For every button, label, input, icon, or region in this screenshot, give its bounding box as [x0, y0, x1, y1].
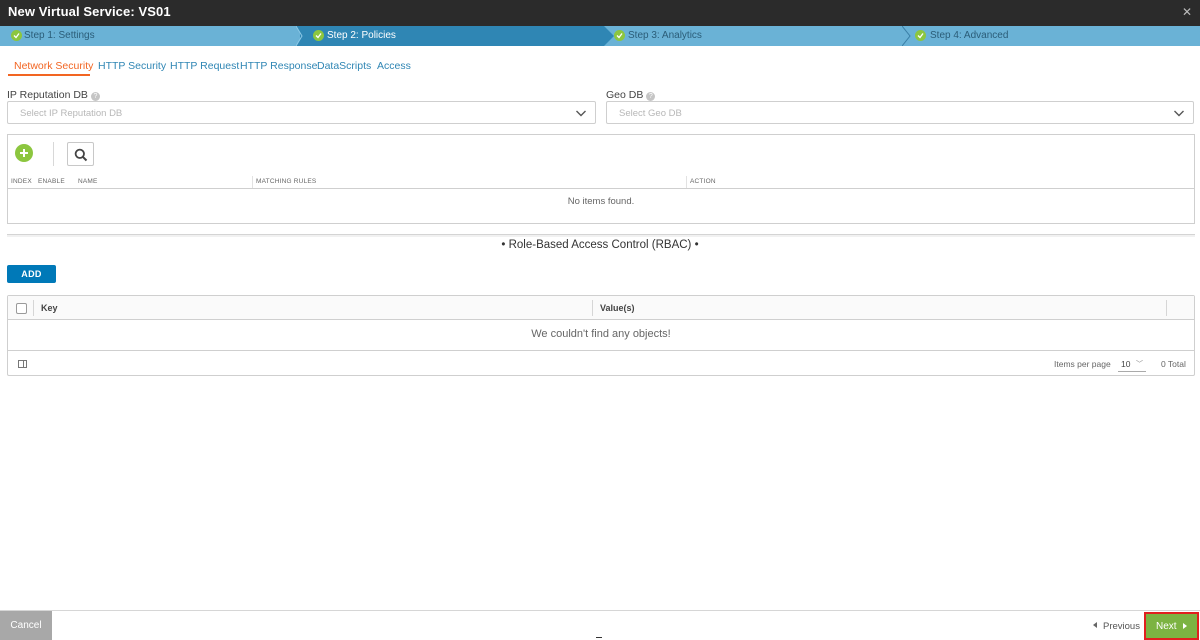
total-count: 0 Total [1161, 359, 1186, 369]
check-icon [614, 30, 625, 41]
step-label: Step 1: Settings [24, 30, 95, 41]
geo-db-select[interactable]: Select Geo DB [606, 101, 1194, 124]
header-divider [8, 188, 1194, 189]
caret-left-icon [1093, 622, 1097, 628]
items-per-page-select[interactable]: 10 ﹀ [1118, 356, 1146, 372]
column-index: INDEX [11, 178, 32, 185]
column-action: ACTION [690, 178, 716, 185]
previous-button[interactable]: Previous [1093, 621, 1140, 632]
geo-db-label: Geo DB? [606, 89, 656, 101]
ip-reputation-label: IP Reputation DB? [7, 89, 100, 101]
help-icon[interactable]: ? [646, 92, 656, 101]
empty-message: No items found. [567, 196, 635, 207]
wizard-footer: Cancel Previous Next [0, 610, 1200, 640]
network-security-header: INDEX ENABLE NAME MATCHING RULES ACTION [8, 176, 1194, 188]
tab-datascripts[interactable]: DataScripts [317, 60, 371, 72]
column-values[interactable]: Value(s) [600, 303, 635, 313]
ip-reputation-select[interactable]: Select IP Reputation DB [7, 101, 596, 124]
chevron-down-icon [576, 110, 586, 117]
tab-http-security[interactable]: HTTP Security [98, 60, 166, 72]
check-icon [313, 30, 324, 41]
step-arrow-icon [604, 26, 614, 46]
toolbar-divider [53, 142, 54, 166]
step-arrow-icon [296, 26, 306, 46]
check-icon [11, 30, 22, 41]
rbac-grid-footer: Items per page 10 ﹀ 0 Total [8, 350, 1194, 376]
section-divider-shadow [7, 235, 1195, 237]
ip-reputation-placeholder: Select IP Reputation DB [20, 108, 123, 119]
geo-db-placeholder: Select Geo DB [619, 108, 682, 119]
column-matching-rules: MATCHING RULES [256, 178, 317, 185]
next-button[interactable]: Next [1144, 612, 1199, 640]
cursor-mark [596, 637, 602, 638]
rbac-title: • Role-Based Access Control (RBAC) • [501, 239, 699, 251]
chevron-down-icon: ﹀ [1136, 361, 1143, 368]
column-divider [592, 300, 593, 316]
ip-reputation-label-text: IP Reputation DB [7, 89, 88, 101]
column-divider [33, 300, 34, 316]
column-enable: ENABLE [38, 178, 65, 185]
tab-access[interactable]: Access [377, 60, 411, 72]
column-divider [1166, 300, 1167, 316]
step-label: Step 2: Policies [327, 30, 396, 41]
next-label: Next [1156, 621, 1177, 632]
search-icon [74, 148, 88, 162]
close-icon[interactable]: ✕ [1180, 4, 1194, 20]
column-key[interactable]: Key [41, 303, 58, 313]
wizard-steps: Step 1: Settings Step 2: Policies Step 3… [0, 26, 1200, 46]
items-per-page-label: Items per page [1054, 359, 1111, 369]
step-advanced[interactable]: Step 4: Advanced [914, 26, 1200, 46]
column-toggle-icon[interactable] [18, 360, 27, 368]
column-divider [686, 176, 687, 188]
step-settings[interactable]: Step 1: Settings [0, 26, 300, 46]
search-button[interactable] [67, 142, 94, 166]
step-label: Step 3: Analytics [628, 30, 702, 41]
title-bar: New Virtual Service: VS01 ✕ [0, 0, 1200, 26]
plus-icon [20, 149, 28, 157]
previous-label: Previous [1103, 621, 1140, 632]
tab-http-response[interactable]: HTTP Response [240, 60, 317, 72]
geo-db-label-text: Geo DB [606, 89, 644, 101]
step-analytics[interactable]: Step 3: Analytics [614, 26, 904, 46]
column-divider [252, 176, 253, 188]
add-rule-button[interactable] [15, 144, 33, 162]
help-icon[interactable]: ? [90, 92, 100, 101]
tab-http-request[interactable]: HTTP Request [170, 60, 239, 72]
rbac-grid: Key Value(s) We couldn't find any object… [7, 295, 1195, 376]
items-per-page-value: 10 [1121, 359, 1131, 369]
step-policies[interactable]: Step 2: Policies [300, 26, 604, 46]
window-title: New Virtual Service: VS01 [8, 4, 171, 19]
caret-right-icon [1183, 623, 1187, 629]
add-button[interactable]: ADD [7, 265, 56, 283]
step-label: Step 4: Advanced [930, 30, 1009, 41]
check-icon [915, 30, 926, 41]
cancel-button[interactable]: Cancel [0, 611, 52, 640]
step-arrow-icon [902, 26, 911, 46]
active-tab-indicator [8, 74, 90, 76]
chevron-down-icon [1174, 110, 1184, 117]
empty-message: We couldn't find any objects! [531, 328, 671, 340]
rbac-grid-header: Key Value(s) [8, 296, 1194, 320]
tab-network-security[interactable]: Network Security [14, 60, 93, 72]
select-all-checkbox[interactable] [16, 303, 27, 314]
column-name: NAME [78, 178, 98, 185]
